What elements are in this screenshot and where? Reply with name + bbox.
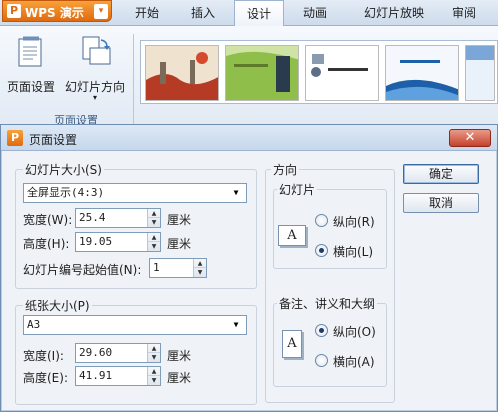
slide-width-value: 25.4 <box>79 211 106 224</box>
paper-height-input[interactable]: 41.91 ▲ ▼ <box>75 366 161 386</box>
wps-logo-icon: P <box>7 4 21 18</box>
notes-landscape-radio[interactable] <box>315 354 328 367</box>
tab-home[interactable]: 开始 <box>124 0 170 26</box>
tab-animation[interactable]: 动画 <box>292 0 338 26</box>
spin-down-icon[interactable]: ▼ <box>148 242 160 251</box>
spin-buttons: ▲ ▼ <box>147 344 160 362</box>
spin-buttons: ▲ ▼ <box>147 233 160 251</box>
spin-buttons: ▲ ▼ <box>193 259 206 277</box>
paper-width-input[interactable]: 29.60 ▲ ▼ <box>75 343 161 363</box>
paper-width-value: 29.60 <box>79 346 113 359</box>
orientation-icon-letter: A <box>287 228 297 243</box>
dialog-title: 页面设置 <box>29 133 78 147</box>
tab-design[interactable]: 设计 <box>234 0 284 27</box>
paper-height-value: 41.91 <box>79 369 113 382</box>
design-template-gallery <box>140 40 498 104</box>
slides-portrait-label[interactable]: 纵向(R) <box>333 213 375 230</box>
notes-portrait-radio[interactable] <box>315 324 328 337</box>
design-template-thumbnail[interactable] <box>465 45 495 101</box>
notes-portrait-label[interactable]: 纵向(O) <box>333 323 376 340</box>
spin-down-icon[interactable]: ▼ <box>194 268 206 277</box>
spin-down-icon[interactable]: ▼ <box>148 218 160 227</box>
paper-height-label: 高度(E): <box>23 371 68 385</box>
page-setup-icon <box>17 36 45 71</box>
wps-app-menu-button[interactable]: P WPS 演示 ▾ <box>2 0 112 22</box>
paper-size-select-value: A3 <box>27 318 41 331</box>
spin-up-icon[interactable]: ▲ <box>148 367 160 376</box>
spin-up-icon[interactable]: ▲ <box>194 259 206 268</box>
slides-landscape-radio[interactable] <box>315 244 328 257</box>
page-setup-button[interactable]: 页面设置 <box>4 30 58 100</box>
slide-numbering-input[interactable]: 1 ▲ ▼ <box>149 258 207 278</box>
orientation-icon <box>80 34 112 71</box>
paper-size-select[interactable]: A3 ▼ <box>23 315 247 335</box>
chevron-down-icon: ▼ <box>233 320 239 329</box>
design-template-thumbnail[interactable] <box>145 45 219 101</box>
chevron-down-icon: ▼ <box>233 188 239 197</box>
slide-width-label: 宽度(W): <box>23 213 73 227</box>
chevron-down-icon: ▾ <box>94 4 108 19</box>
tab-review[interactable]: 审阅 <box>444 0 484 26</box>
cancel-button[interactable]: 取消 <box>403 193 479 213</box>
paper-size-group-title: 纸张大小(P) <box>23 297 92 314</box>
group-separator <box>133 34 134 126</box>
slide-size-select-value: 全屏显示(4:3) <box>27 186 105 199</box>
slide-height-value: 19.05 <box>79 235 113 248</box>
slides-orientation-title: 幻灯片 <box>277 181 318 198</box>
design-template-thumbnail[interactable] <box>305 45 379 101</box>
slides-portrait-radio[interactable] <box>315 214 328 227</box>
spin-up-icon[interactable]: ▲ <box>148 344 160 353</box>
app-logo-icon: P <box>7 130 23 146</box>
spin-buttons: ▲ ▼ <box>147 209 160 227</box>
slide-width-unit: 厘米 <box>167 213 192 227</box>
chevron-down-icon: ▾ <box>92 93 97 102</box>
slide-size-group-title: 幻灯片大小(S) <box>23 161 104 178</box>
spin-up-icon[interactable]: ▲ <box>148 209 160 218</box>
slide-height-input[interactable]: 19.05 ▲ ▼ <box>75 232 161 252</box>
orientation-icon-letter: A <box>287 336 297 351</box>
slide-width-input[interactable]: 25.4 ▲ ▼ <box>75 208 161 228</box>
tab-slideshow[interactable]: 幻灯片放映 <box>352 0 436 26</box>
paper-width-label: 宽度(I): <box>23 349 64 363</box>
notes-landscape-label[interactable]: 横向(A) <box>333 353 375 370</box>
page-setup-dialog: P 页面设置 ✕ 幻灯片大小(S) 全屏显示(4:3) ▼ 宽度(W): 25.… <box>0 124 498 412</box>
spin-up-icon[interactable]: ▲ <box>148 233 160 242</box>
slide-numbering-value: 1 <box>153 261 160 274</box>
spin-buttons: ▲ ▼ <box>147 367 160 385</box>
ribbon-body: 页面设置 幻灯片方向 ▾ 页面设置 <box>0 26 498 127</box>
design-template-thumbnail[interactable] <box>225 45 299 101</box>
paper-width-unit: 厘米 <box>167 349 192 363</box>
page-setup-label: 页面设置 <box>6 80 55 94</box>
slides-landscape-label[interactable]: 横向(L) <box>333 243 373 260</box>
orientation-group-title: 方向 <box>271 161 300 178</box>
spin-down-icon[interactable]: ▼ <box>148 353 160 362</box>
spin-down-icon[interactable]: ▼ <box>148 376 160 385</box>
portrait-page-icon: A <box>282 330 302 358</box>
ok-button[interactable]: 确定 <box>403 164 479 184</box>
slide-height-label: 高度(H): <box>23 237 70 251</box>
dialog-titlebar[interactable]: P 页面设置 ✕ <box>1 125 497 151</box>
notes-orientation-title: 备注、讲义和大纲 <box>277 295 378 312</box>
slide-orientation-button[interactable]: 幻灯片方向 ▾ <box>62 30 128 108</box>
slide-size-select[interactable]: 全屏显示(4:3) ▼ <box>23 183 247 203</box>
landscape-page-icon: A <box>278 225 306 246</box>
ribbon-tab-bar: P WPS 演示 ▾ 开始 插入 设计 动画 幻灯片放映 审阅 <box>0 0 498 27</box>
paper-height-unit: 厘米 <box>167 371 192 385</box>
close-button[interactable]: ✕ <box>449 129 491 147</box>
slide-height-unit: 厘米 <box>167 237 192 251</box>
design-template-thumbnail[interactable] <box>385 45 459 101</box>
tab-insert[interactable]: 插入 <box>180 0 226 26</box>
wps-app-title: WPS 演示 <box>25 6 84 20</box>
slide-numbering-label: 幻灯片编号起始值(N): <box>23 263 142 277</box>
